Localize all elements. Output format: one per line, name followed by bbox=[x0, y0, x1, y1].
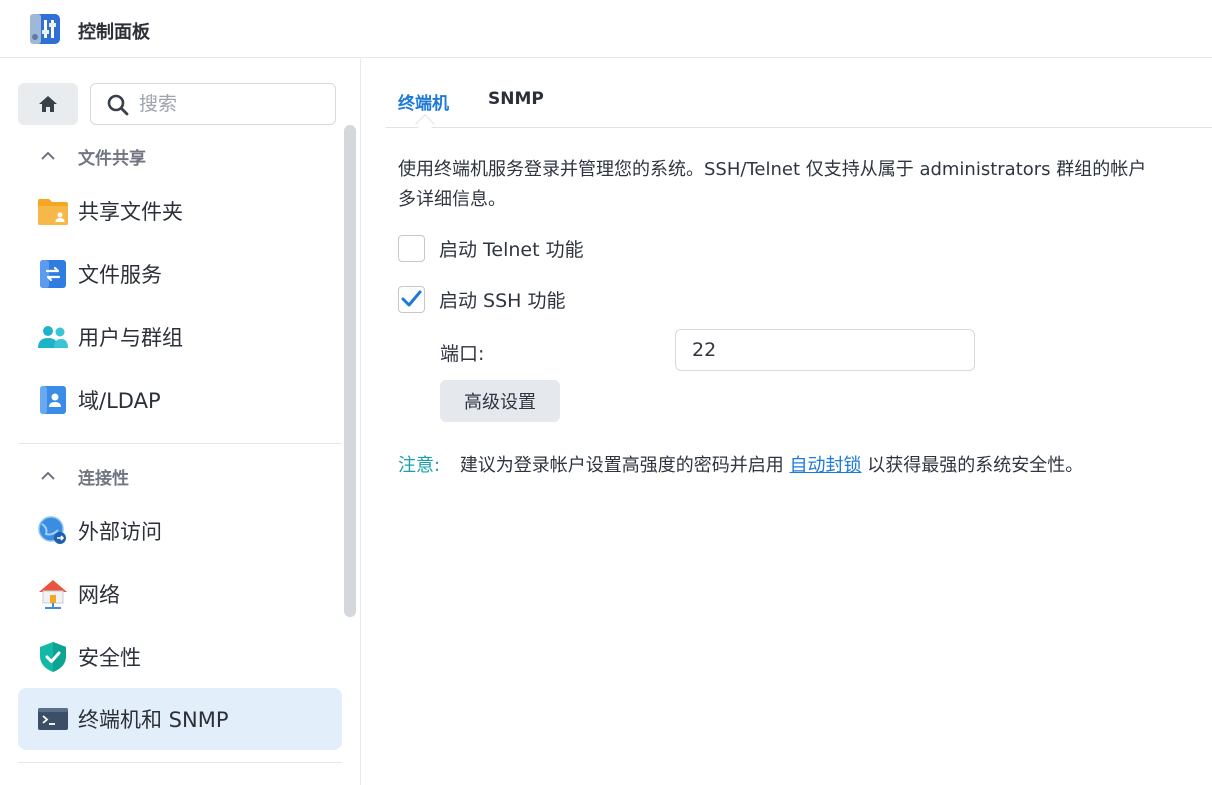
home-button[interactable] bbox=[18, 83, 78, 125]
terminal-icon bbox=[38, 708, 68, 730]
note-text-before: 建议为登录帐户设置高强度的密码并启用 bbox=[459, 455, 784, 476]
sidebar-item-label: 安全性 bbox=[78, 646, 141, 670]
telnet-label: 启动 Telnet 功能 bbox=[439, 238, 584, 261]
group-header-file-sharing[interactable]: 文件共享 bbox=[40, 141, 146, 171]
tab-terminal[interactable]: 终端机 bbox=[398, 89, 449, 114]
search-box[interactable] bbox=[90, 83, 336, 125]
ssh-label: 启动 SSH 功能 bbox=[439, 289, 566, 312]
advanced-settings-button[interactable]: 高级设置 bbox=[440, 380, 560, 422]
ssh-checkbox[interactable] bbox=[398, 285, 425, 313]
security-note: 注意: 建议为登录帐户设置高强度的密码并启用 自动封锁 以获得最强的系统安全性。 bbox=[398, 451, 1083, 477]
file-services-icon bbox=[40, 260, 66, 288]
title-bar: 控制面板 bbox=[0, 0, 1212, 58]
network-icon bbox=[39, 580, 67, 609]
control-panel-app-icon bbox=[30, 14, 60, 44]
note-label: 注意: bbox=[398, 455, 441, 476]
users-groups-icon bbox=[38, 326, 68, 348]
sidebar-item-network[interactable]: 网络 bbox=[18, 563, 342, 625]
search-input[interactable] bbox=[139, 85, 329, 123]
sidebar-item-label: 域/LDAP bbox=[78, 389, 161, 413]
sidebar-item-shared-folder[interactable]: 共享文件夹 bbox=[18, 180, 342, 242]
active-tab-indicator bbox=[415, 114, 435, 134]
security-shield-icon bbox=[40, 642, 66, 672]
chevron-up-icon bbox=[41, 151, 55, 160]
group-title: 连接性 bbox=[78, 468, 129, 489]
sidebar-divider bbox=[18, 443, 342, 444]
sidebar-item-security[interactable]: 安全性 bbox=[18, 626, 342, 688]
description-line-2: 多详细信息。 bbox=[398, 189, 506, 210]
description-line-1: 使用终端机服务登录并管理您的系统。SSH/Telnet 仅支持从属于 admin… bbox=[398, 159, 1147, 180]
domain-ldap-icon bbox=[40, 386, 66, 414]
sidebar-item-file-services[interactable]: 文件服务 bbox=[18, 243, 342, 305]
sidebar-divider bbox=[18, 762, 342, 763]
sidebar-item-label: 网络 bbox=[78, 583, 120, 607]
sidebar: 文件共享 共享文件夹 文件服务 用户与群组 bbox=[0, 59, 361, 785]
external-access-icon bbox=[38, 516, 66, 544]
sidebar-item-label: 终端机和 SNMP bbox=[78, 708, 229, 732]
group-title: 文件共享 bbox=[78, 148, 146, 169]
telnet-option[interactable]: 启动 Telnet 功能 bbox=[398, 234, 584, 262]
group-header-connectivity[interactable]: 连接性 bbox=[40, 461, 129, 491]
sidebar-item-terminal-snmp[interactable]: 终端机和 SNMP bbox=[18, 688, 342, 750]
sidebar-item-label: 用户与群组 bbox=[78, 326, 183, 350]
sidebar-item-label: 共享文件夹 bbox=[78, 200, 183, 224]
search-icon bbox=[107, 94, 129, 116]
port-input[interactable] bbox=[675, 329, 975, 371]
folder-share-icon bbox=[38, 199, 68, 225]
sidebar-item-external-access[interactable]: 外部访问 bbox=[18, 500, 342, 562]
telnet-checkbox[interactable] bbox=[398, 234, 425, 262]
port-label: 端口: bbox=[440, 343, 485, 365]
tab-bar: 终端机 SNMP bbox=[386, 59, 1212, 134]
home-icon bbox=[39, 96, 57, 112]
sidebar-item-domain-ldap[interactable]: 域/LDAP bbox=[18, 369, 342, 431]
sidebar-scrollbar[interactable] bbox=[344, 125, 356, 617]
chevron-up-icon bbox=[41, 471, 55, 480]
sidebar-item-users-groups[interactable]: 用户与群组 bbox=[18, 306, 342, 368]
main-panel: 终端机 SNMP 使用终端机服务登录并管理您的系统。SSH/Telnet 仅支持… bbox=[362, 59, 1212, 785]
tab-snmp[interactable]: SNMP bbox=[488, 89, 544, 109]
auto-block-link[interactable]: 自动封锁 bbox=[790, 455, 862, 476]
note-text-after: 以获得最强的系统安全性。 bbox=[867, 455, 1084, 476]
sidebar-item-label: 外部访问 bbox=[78, 520, 162, 544]
checkmark-icon bbox=[401, 290, 422, 306]
sidebar-item-label: 文件服务 bbox=[78, 263, 162, 287]
app-title: 控制面板 bbox=[78, 22, 150, 43]
ssh-option[interactable]: 启动 SSH 功能 bbox=[398, 285, 566, 313]
